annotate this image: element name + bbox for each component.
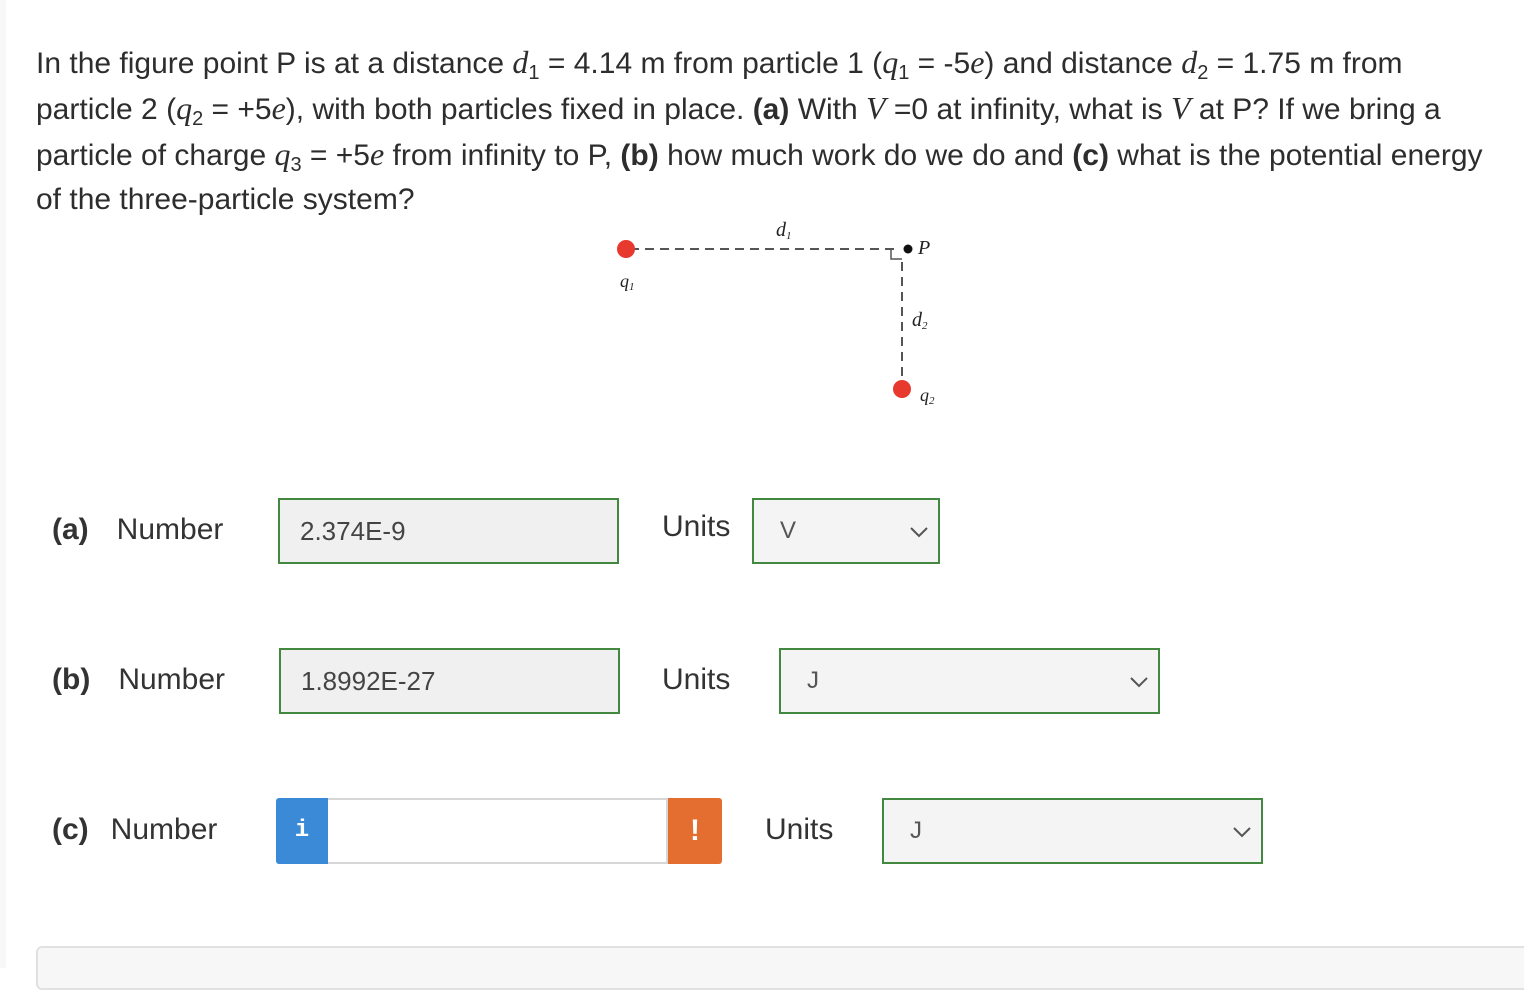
row-c-label: (c) Number — [52, 813, 217, 847]
q2-label: q2 — [920, 385, 935, 407]
answer-b-input[interactable]: 1.8992E-27 — [279, 648, 620, 714]
next-section-panel — [36, 946, 1524, 990]
question-text: In the figure point P is at a distance d… — [36, 44, 1483, 216]
answer-a-input[interactable]: 2.374E-9 — [278, 498, 619, 564]
diagram-graphics — [617, 240, 913, 398]
number-label: Number — [118, 663, 226, 696]
particle-1 — [617, 240, 635, 258]
part-b-marker: (b) — [52, 663, 91, 696]
particle-2 — [893, 380, 911, 398]
chevron-down-icon — [1233, 827, 1251, 838]
q1-label: q1 — [620, 271, 635, 293]
units-a-select[interactable]: V — [752, 498, 940, 564]
point-p-dot — [903, 244, 913, 254]
units-c-select[interactable]: J — [882, 798, 1263, 864]
units-c-selected-value: J — [910, 817, 922, 844]
chevron-down-icon — [910, 527, 928, 538]
units-b-label: Units — [662, 663, 731, 696]
number-label: Number — [110, 813, 218, 846]
p-label: P — [918, 237, 931, 259]
row-b-label: (b) Number — [52, 663, 225, 697]
number-label: Number — [116, 513, 224, 546]
chevron-down-icon — [1130, 677, 1148, 688]
units-c-label: Units — [765, 813, 834, 846]
units-b-selected-value: J — [807, 667, 819, 694]
units-a-label: Units — [662, 510, 731, 543]
d1-label: d1 — [776, 219, 792, 242]
row-a-label: (a) Number — [52, 513, 223, 547]
right-angle-marker — [890, 249, 902, 260]
warning-icon[interactable]: ! — [668, 798, 722, 864]
d2-label: d2 — [912, 309, 928, 332]
answer-c-input[interactable] — [328, 798, 668, 864]
part-c-marker: (c) — [52, 813, 89, 846]
units-a-selected-value: V — [780, 517, 797, 544]
units-b-select[interactable]: J — [779, 648, 1160, 714]
part-a-marker: (a) — [52, 513, 89, 546]
info-icon[interactable]: i — [276, 798, 328, 864]
charge-diagram: d1 P q1 d2 q2 — [600, 212, 960, 422]
left-margin-strip — [0, 0, 6, 968]
